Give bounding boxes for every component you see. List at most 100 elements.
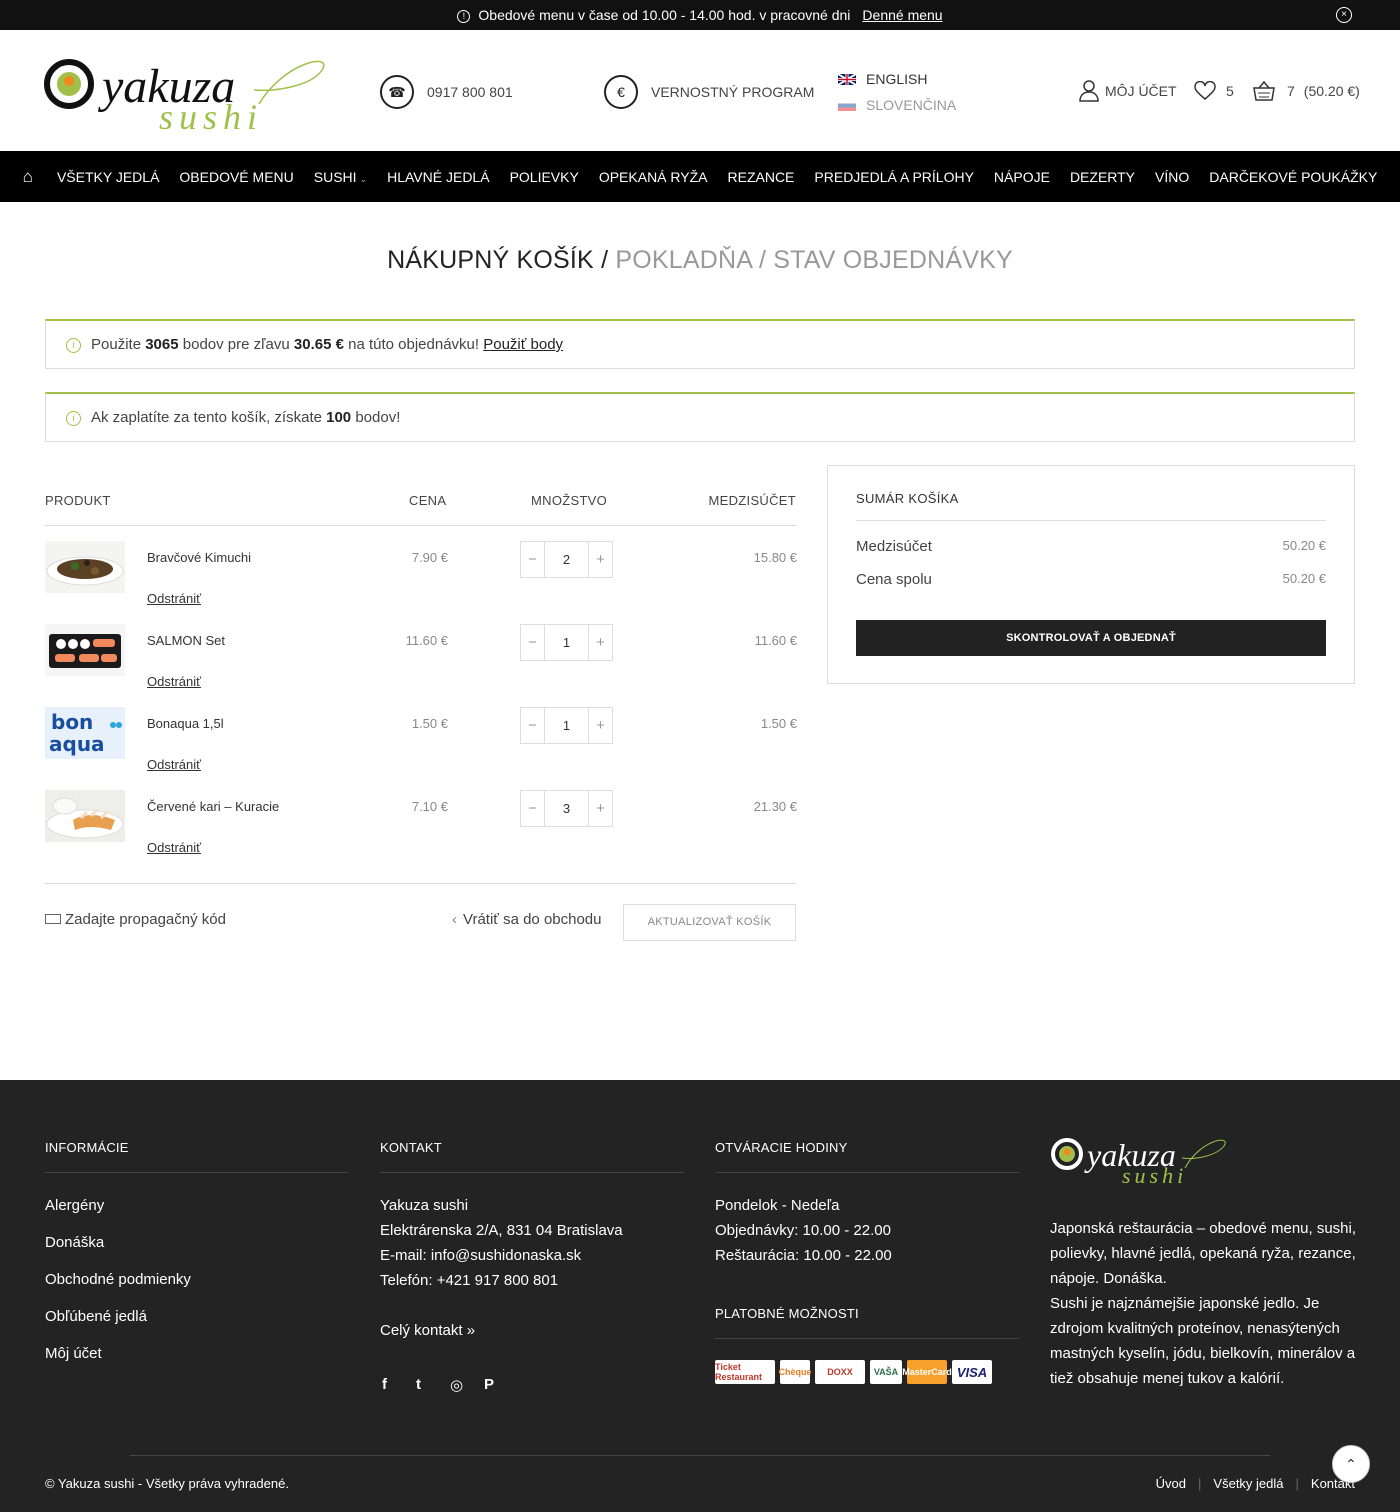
- footer-link-favorites[interactable]: Obľúbené jedlá: [45, 1308, 147, 1325]
- remove-link[interactable]: Odstrániť: [147, 591, 201, 606]
- home-icon[interactable]: ⌂: [23, 167, 33, 187]
- nav-item-desserts[interactable]: DEZERTY: [1070, 169, 1135, 185]
- facebook-icon[interactable]: f: [382, 1376, 416, 1394]
- cart-link[interactable]: 7 (50.20 €): [1253, 81, 1360, 101]
- checkout-button[interactable]: SKONTROLOVAŤ A OBJEDNAŤ: [856, 620, 1326, 656]
- nav-item-drinks[interactable]: NÁPOJE: [994, 169, 1050, 185]
- quantity-value[interactable]: 2: [544, 542, 589, 577]
- footer-link-terms[interactable]: Obchodné podmienky: [45, 1271, 191, 1288]
- quantity-stepper[interactable]: − 1 +: [520, 707, 613, 744]
- product-image[interactable]: bon aqua: [45, 707, 125, 759]
- minus-icon[interactable]: −: [521, 542, 544, 577]
- announcement-text: Obedové menu v čase od 10.00 - 14.00 hod…: [478, 7, 851, 23]
- plus-icon[interactable]: +: [589, 708, 612, 743]
- pinterest-icon[interactable]: P: [484, 1376, 518, 1394]
- phone-contact[interactable]: ☎ 0917 800 801: [380, 75, 513, 109]
- footer-link-allergens[interactable]: Alergény: [45, 1197, 104, 1214]
- promo-code-toggle[interactable]: Zadajte propagačný kód: [45, 911, 226, 928]
- row-subtotal: 21.30 €: [753, 799, 797, 814]
- product-price: 11.60 €: [405, 633, 448, 648]
- nav-item-vouchers[interactable]: DARČEKOVÉ POUKÁŽKY: [1209, 169, 1377, 185]
- lang-slovak[interactable]: SLOVENČINA: [838, 97, 956, 113]
- quantity-stepper[interactable]: − 3 +: [520, 790, 613, 827]
- hours-orders: Objednávky: 10.00 - 22.00: [715, 1222, 891, 1239]
- logo[interactable]: yakuza sushi: [44, 52, 334, 137]
- col-quantity: MNOŽSTVO: [531, 493, 608, 508]
- scroll-to-top-button[interactable]: ⌃: [1332, 1445, 1370, 1483]
- remove-link[interactable]: Odstrániť: [147, 674, 201, 689]
- nav-item-lunch[interactable]: OBEDOVÉ MENU: [179, 169, 293, 185]
- quantity-stepper[interactable]: − 1 +: [520, 624, 613, 661]
- use-points-link[interactable]: Použiť body: [483, 336, 563, 353]
- points-value: 3065: [145, 336, 179, 353]
- doxx-logo: DOXX: [815, 1360, 865, 1384]
- divider: [380, 1172, 684, 1173]
- close-icon[interactable]: ×: [1336, 7, 1352, 23]
- bonaqua-logo-text: bon: [51, 710, 93, 734]
- footer-link-account[interactable]: Môj účet: [45, 1345, 102, 1362]
- instagram-icon[interactable]: ◎: [450, 1376, 484, 1394]
- plus-icon[interactable]: +: [589, 625, 612, 660]
- minus-icon[interactable]: −: [521, 708, 544, 743]
- divider: [715, 1172, 1019, 1173]
- plus-icon[interactable]: +: [589, 791, 612, 826]
- update-cart-button[interactable]: AKTUALIZOVAŤ KOŠÍK: [623, 904, 796, 941]
- ticket-restaurant-logo: Ticket Restaurant: [715, 1360, 775, 1384]
- account-label: MÔJ ÚČET: [1105, 83, 1177, 99]
- contact-email[interactable]: E-mail: info@sushidonaska.sk: [380, 1243, 623, 1268]
- nav-item-main[interactable]: HLAVNÉ JEDLÁ: [387, 169, 489, 185]
- subtotal-label: Medzisúčet: [856, 538, 932, 555]
- product-name[interactable]: SALMON Set: [147, 633, 225, 648]
- nav-item-all[interactable]: VŠETKY JEDLÁ: [57, 169, 159, 185]
- footer-nav-all[interactable]: Všetky jedlá: [1213, 1476, 1283, 1491]
- footer-nav-home[interactable]: Úvod: [1156, 1476, 1186, 1491]
- quantity-value[interactable]: 1: [544, 708, 589, 743]
- loyalty-program-link[interactable]: € VERNOSTNÝ PROGRAM: [604, 75, 814, 109]
- minus-icon[interactable]: −: [521, 625, 544, 660]
- notice-text: Ak zaplatíte za tento košík, získate: [91, 409, 322, 426]
- step-checkout[interactable]: POKLADŇA: [615, 246, 751, 274]
- row-subtotal: 11.60 €: [754, 633, 797, 648]
- remove-link[interactable]: Odstrániť: [147, 757, 201, 772]
- product-name[interactable]: Červené kari – Kuracie: [147, 799, 279, 814]
- phone-number: 0917 800 801: [427, 84, 513, 100]
- product-name[interactable]: Bravčové Kimuchi: [147, 550, 251, 565]
- quantity-value[interactable]: 1: [544, 625, 589, 660]
- nav-item-sushi[interactable]: SUSHI ⌄: [314, 169, 367, 185]
- lang-english[interactable]: ENGLISH: [838, 71, 927, 87]
- product-image[interactable]: [45, 541, 125, 593]
- minus-icon[interactable]: −: [521, 791, 544, 826]
- discount-amount: 30.65 €: [293, 336, 344, 353]
- row-subtotal: 1.50 €: [760, 716, 797, 731]
- full-contact-link[interactable]: Celý kontakt »: [380, 1322, 475, 1339]
- quantity-stepper[interactable]: − 2 +: [520, 541, 613, 578]
- remove-link[interactable]: Odstrániť: [147, 840, 201, 855]
- cart-count: 7: [1287, 83, 1295, 99]
- nav-item-wine[interactable]: VÍNO: [1155, 169, 1189, 185]
- cart-total: (50.20 €): [1303, 83, 1360, 99]
- contact-address: Elektrárenska 2/A, 831 04 Bratislava: [380, 1222, 623, 1239]
- notice-text: bodov!: [355, 409, 401, 426]
- nav-item-rice[interactable]: OPEKANÁ RYŽA: [599, 169, 708, 185]
- step-separator: /: [758, 246, 767, 274]
- footer-logo[interactable]: yakuza sushi: [1050, 1132, 1230, 1188]
- nav-item-starters[interactable]: PREDJEDLÁ A PRÍLOHY: [814, 169, 974, 185]
- product-image[interactable]: [45, 624, 125, 676]
- daily-menu-link[interactable]: Denné menu: [862, 7, 942, 23]
- footer-link-delivery[interactable]: Donáška: [45, 1234, 104, 1251]
- basket-icon: [1253, 81, 1275, 101]
- contact-phone[interactable]: Telefón: +421 917 800 801: [380, 1268, 623, 1293]
- chevron-left-icon: ‹: [452, 911, 457, 928]
- account-link[interactable]: MÔJ ÚČET: [1079, 80, 1177, 102]
- announcement-message: ! Obedové menu v čase od 10.00 - 14.00 ho…: [0, 7, 1400, 23]
- quantity-value[interactable]: 3: [544, 791, 589, 826]
- nav-item-soups[interactable]: POLIEVKY: [510, 169, 579, 185]
- twitter-icon[interactable]: t: [416, 1376, 450, 1394]
- product-price: 7.10 €: [411, 799, 448, 814]
- back-to-shop-link[interactable]: ‹ Vrátiť sa do obchodu: [452, 911, 602, 928]
- wishlist-link[interactable]: 5: [1194, 81, 1234, 101]
- nav-item-noodles[interactable]: REZANCE: [728, 169, 795, 185]
- plus-icon[interactable]: +: [589, 542, 612, 577]
- product-image[interactable]: [45, 790, 125, 842]
- product-name[interactable]: Bonaqua 1,5l: [147, 716, 224, 731]
